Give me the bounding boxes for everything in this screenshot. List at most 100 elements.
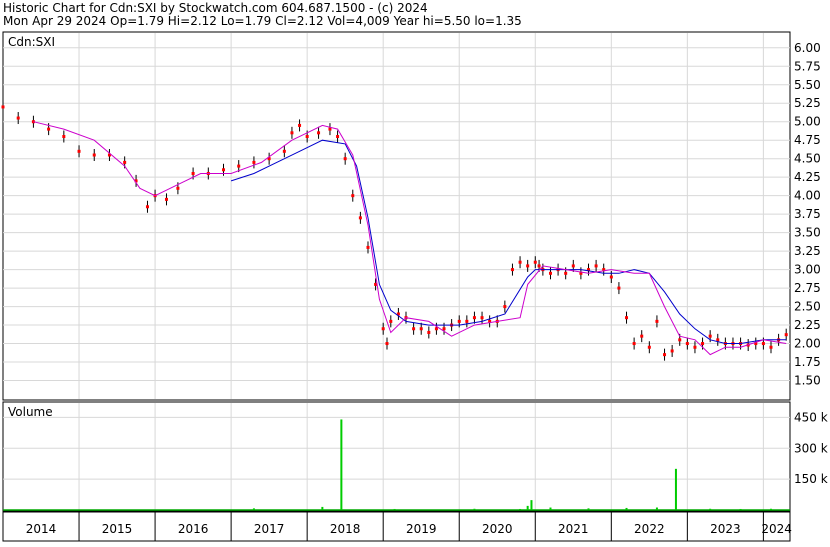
price-tick-label: 5.25 <box>794 96 821 110</box>
price-point <box>537 264 541 268</box>
price-point <box>252 160 256 164</box>
volume-bar <box>519 508 522 510</box>
volume-bar <box>655 507 658 510</box>
price-point <box>385 342 389 346</box>
price-point <box>594 264 598 268</box>
price-point <box>548 271 552 275</box>
price-point <box>761 342 765 346</box>
volume-tick-label: 450 k <box>794 410 828 424</box>
price-point <box>670 349 674 353</box>
year-tick-label: 2022 <box>634 522 665 536</box>
price-tick-label: 4.00 <box>794 189 821 203</box>
price-point <box>191 171 195 175</box>
price-point <box>282 149 286 153</box>
year-tick-label: 2019 <box>406 522 437 536</box>
price-point <box>343 157 347 161</box>
price-point <box>685 342 689 346</box>
price-point <box>222 168 226 172</box>
price-point <box>442 327 446 331</box>
price-point <box>533 260 537 264</box>
volume-bar <box>526 505 529 510</box>
price-point <box>366 245 370 249</box>
price-point <box>145 205 149 209</box>
price-point <box>617 286 621 290</box>
price-point <box>317 131 321 135</box>
price-point <box>389 319 393 323</box>
price-panel-frame <box>2 31 791 401</box>
price-point <box>472 316 476 320</box>
price-point <box>62 135 66 139</box>
price-point <box>358 216 362 220</box>
price-point <box>351 194 355 198</box>
price-point <box>47 127 51 131</box>
price-point <box>237 164 241 168</box>
volume-bar <box>769 508 772 510</box>
price-tick-label: 6.00 <box>794 41 821 55</box>
volume-bar <box>709 508 712 510</box>
price-point <box>336 135 340 139</box>
price-point <box>480 316 484 320</box>
price-point <box>123 160 127 164</box>
price-point <box>419 327 423 331</box>
price-tick-label: 3.75 <box>794 207 821 221</box>
price-point <box>655 319 659 323</box>
price-tick-label: 3.00 <box>794 263 821 277</box>
price-tick-label: 1.50 <box>794 374 821 388</box>
price-point <box>434 327 438 331</box>
stock-chart-page: Historic Chart for Cdn:SXI by Stockwatch… <box>0 0 830 543</box>
price-point <box>663 353 667 357</box>
price-point <box>609 275 613 279</box>
volume-bar <box>321 506 324 510</box>
price-point <box>564 271 568 275</box>
volume-panel-frame <box>2 401 791 512</box>
year-tick-label: 2016 <box>178 522 209 536</box>
price-point <box>526 264 530 268</box>
price-point <box>92 153 96 157</box>
price-tick-label: 2.50 <box>794 300 821 314</box>
price-tick-label: 5.75 <box>794 59 821 73</box>
price-tick-label: 4.50 <box>794 152 821 166</box>
volume-bar <box>530 500 533 510</box>
price-tick-label: 2.25 <box>794 318 821 332</box>
price-tick-label: 3.50 <box>794 226 821 240</box>
price-point <box>164 197 168 201</box>
volume-bar <box>473 508 476 510</box>
price-point <box>381 327 385 331</box>
price-point <box>427 330 431 334</box>
year-tick-label: 2018 <box>330 522 361 536</box>
price-point <box>290 131 294 135</box>
price-panel-label: Cdn:SXI <box>8 35 55 49</box>
price-tick-label: 3.25 <box>794 244 821 258</box>
price-point <box>708 334 712 338</box>
price-point <box>77 149 81 153</box>
price-point <box>176 186 180 190</box>
price-tick-label: 2.00 <box>794 337 821 351</box>
volume-bar <box>674 468 677 510</box>
price-tick-label: 4.25 <box>794 170 821 184</box>
volume-bar <box>393 508 396 510</box>
price-point <box>769 345 773 349</box>
price-point <box>305 135 309 139</box>
price-point <box>1 105 5 109</box>
price-point <box>16 116 20 120</box>
header-line-1: Historic Chart for Cdn:SXI by Stockwatch… <box>3 1 428 15</box>
year-tick-label: 2023 <box>710 522 741 536</box>
price-point <box>465 319 469 323</box>
price-point <box>457 319 461 323</box>
price-point <box>298 123 302 127</box>
volume-bar <box>340 419 343 510</box>
volume-bar <box>625 507 628 510</box>
volume-bar <box>739 508 742 510</box>
year-tick-label: 2017 <box>254 522 285 536</box>
price-tick-label: 4.75 <box>794 133 821 147</box>
price-point <box>571 264 575 268</box>
price-point <box>328 127 332 131</box>
price-point <box>647 345 651 349</box>
year-tick-label: 2020 <box>482 522 513 536</box>
price-point <box>510 268 514 272</box>
price-tick-label: 1.75 <box>794 355 821 369</box>
price-tick-label: 2.75 <box>794 281 821 295</box>
price-tick-label: 5.00 <box>794 115 821 129</box>
price-point <box>632 342 636 346</box>
year-tick-label: 2024 <box>761 522 792 536</box>
